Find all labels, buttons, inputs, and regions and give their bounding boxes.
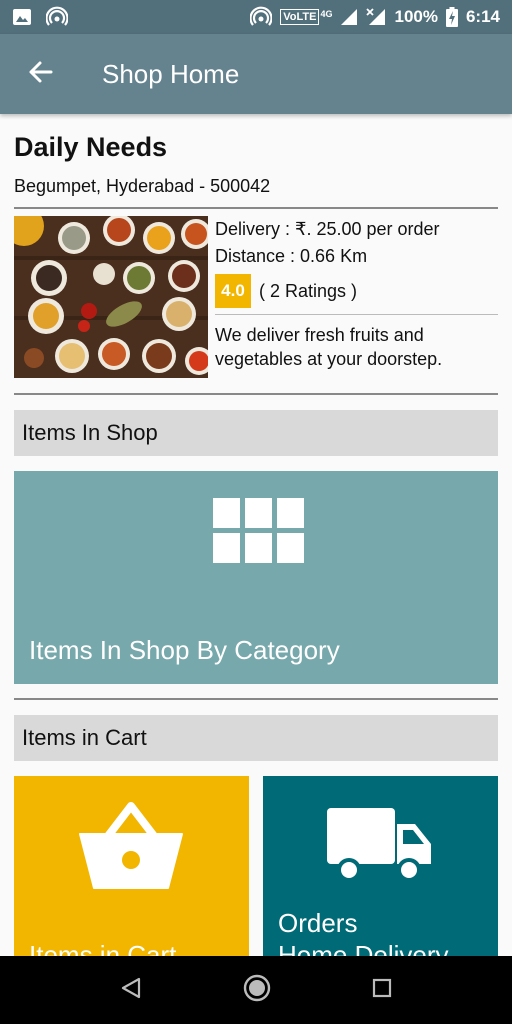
- image-icon: [12, 8, 32, 26]
- shop-info: Delivery : ₹. 25.00 per order Distance :…: [215, 216, 498, 371]
- distance: Distance : 0.66 Km: [215, 246, 368, 266]
- section-header-items-in-shop: Items In Shop: [14, 410, 498, 456]
- hotspot-icon: [250, 6, 273, 28]
- shop-content[interactable]: Daily Needs Begumpet, Hyderabad - 500042: [0, 114, 512, 956]
- arrow-left-icon: [27, 60, 53, 89]
- volte-badge: VoLTE 4G: [280, 9, 332, 25]
- signal-icon: [340, 8, 358, 26]
- shop-image: [14, 216, 208, 378]
- no-signal-icon: [366, 8, 386, 26]
- orders-label-line-2: Home Delivery: [278, 940, 449, 956]
- back-icon[interactable]: [119, 976, 143, 1005]
- clock: 6:14: [465, 7, 500, 26]
- home-icon[interactable]: [242, 973, 272, 1008]
- items-in-cart-label: Items in Cart: [29, 940, 177, 956]
- truck-icon: [327, 808, 433, 891]
- hotspot-icon: [46, 6, 68, 28]
- divider: [14, 207, 498, 209]
- status-bar: VoLTE 4G 100% 6:14: [0, 0, 512, 34]
- items-in-cart-tile[interactable]: Items in Cart: [14, 776, 249, 956]
- basket-icon: [78, 800, 184, 897]
- divider: [14, 393, 498, 395]
- rating-badge: 4.0: [215, 274, 251, 308]
- rating-count: ( 2 Ratings ): [259, 280, 358, 301]
- grid-icon: [213, 498, 305, 571]
- shop-address: Begumpet, Hyderabad - 500042: [14, 176, 271, 196]
- page-title: Shop Home: [102, 58, 240, 89]
- items-by-category-label: Items In Shop By Category: [29, 635, 340, 665]
- rating-row: 4.0 ( 2 Ratings ): [215, 274, 498, 308]
- shop-name: Daily Needs: [14, 132, 168, 162]
- section-header-items-in-cart: Items in Cart: [14, 715, 498, 761]
- battery-level: 100%: [394, 7, 438, 26]
- divider: [215, 314, 498, 315]
- shop-description: We deliver fresh fruits and vegetables a…: [215, 325, 443, 369]
- recents-icon[interactable]: [371, 977, 393, 1004]
- back-button[interactable]: [0, 34, 80, 114]
- orders-home-delivery-tile[interactable]: Orders Home Delivery: [263, 776, 498, 956]
- divider: [14, 698, 498, 700]
- system-nav-bar: [0, 956, 512, 1024]
- battery-charging-icon: [445, 7, 458, 27]
- items-by-category-tile[interactable]: Items In Shop By Category: [14, 471, 498, 684]
- orders-label-line-1: Orders: [278, 908, 358, 938]
- delivery-charge: Delivery : ₹. 25.00 per order: [215, 219, 440, 239]
- app-bar: Shop Home: [0, 34, 512, 114]
